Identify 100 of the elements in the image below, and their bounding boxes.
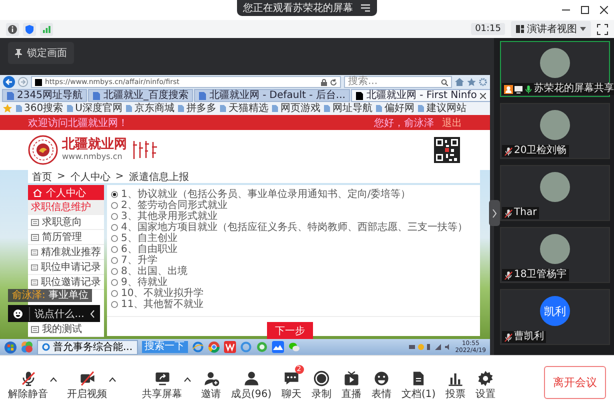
participant-tile[interactable]: 凯利 曹凯利 (500, 289, 610, 345)
toolbar-button[interactable]: 表情 (370, 365, 394, 400)
radio-option[interactable]: 2、签劳动合同形式就业 (111, 200, 476, 211)
page-icon (67, 105, 74, 112)
ring-icon[interactable] (192, 341, 204, 353)
radio-option[interactable]: 8、出国、出境 (111, 266, 476, 277)
person-icon (242, 370, 260, 387)
radio-option[interactable]: 11、其他暂不就业 (111, 299, 476, 310)
radio-option[interactable]: 9、待就业 (111, 277, 476, 288)
chevron-right-icon (492, 208, 497, 218)
favorite-link[interactable]: 建议网站 (418, 102, 466, 114)
view-button[interactable]: 演讲者视图 (511, 21, 591, 37)
browser-tab[interactable]: 2345网址导航 (2, 89, 88, 102)
toolbar-button[interactable]: 设置 (474, 365, 498, 400)
screen-share-icon (514, 84, 523, 94)
chat-input-field[interactable]: 说点什么... (8, 305, 100, 322)
collapse-handle[interactable] (489, 200, 500, 226)
radio-option[interactable]: 1、协议就业（包括公务员、事业单位录用通知书、定向/委培等） (111, 189, 476, 200)
colorful-blob-icon[interactable] (21, 341, 33, 353)
list-icon (31, 264, 38, 270)
tv-play-icon (343, 370, 360, 387)
favorite-link[interactable]: 偏好网 (376, 102, 414, 114)
radio-option[interactable]: 10、不就业拟升学 (111, 288, 476, 299)
caret-icon[interactable] (109, 377, 116, 382)
zigzag-icon[interactable] (224, 341, 236, 353)
start-orb-icon[interactable] (4, 340, 17, 354)
site-logo-title: 北疆就业网 (62, 138, 127, 152)
chevron-left-icon[interactable] (90, 310, 95, 318)
home-icon[interactable] (455, 78, 464, 86)
sidebar-item[interactable]: 精准就业推荐 (28, 245, 104, 260)
favorite-link[interactable]: 天猫精选 (220, 102, 268, 114)
lock-view-button[interactable]: 锁定画面 (8, 42, 74, 64)
breadcrumb-separator: > (57, 171, 66, 182)
toolbar-button[interactable]: 共享屏幕 (140, 365, 193, 400)
sidebar-item[interactable]: 求职信息维护 (28, 200, 104, 215)
sidebar-item[interactable]: 简历管理 (28, 230, 104, 245)
toolbar-button[interactable]: 文档(1) (400, 365, 438, 400)
ring-dot-icon[interactable] (256, 341, 268, 353)
favorite-link[interactable]: 拼多多 (178, 102, 216, 114)
browser-tab[interactable]: 北疆就业_百度搜索 (88, 89, 194, 102)
radio-option[interactable]: 7、升学 (111, 255, 476, 266)
mountains-icon[interactable] (272, 341, 284, 353)
favorite-link[interactable]: 京东商城 (126, 102, 174, 114)
smiley-icon[interactable] (13, 308, 23, 318)
sidebar-item[interactable]: 职位申请记录 (28, 260, 104, 275)
favorites-star-icon[interactable] (3, 104, 12, 113)
radio-option[interactable]: 3、其他录用形式就业 (111, 211, 476, 222)
back-arrow-icon[interactable] (3, 76, 15, 88)
avatar-photo (540, 172, 570, 202)
list-icon (31, 248, 38, 256)
toolbar-button[interactable]: 录制 (310, 365, 334, 400)
favorite-link[interactable]: 网页游戏 (272, 102, 320, 114)
tab-title: 北疆就业网 - Default - 后台... (209, 90, 346, 102)
browser-tab[interactable]: 北疆就业网 - Default - 后台... (194, 89, 350, 102)
participant-tile[interactable]: Thar (500, 165, 610, 221)
breadcrumb-link[interactable]: 首页 (32, 170, 52, 184)
participant-tile[interactable]: 18卫管杨宇 (500, 227, 610, 283)
maximize-icon[interactable] (581, 6, 589, 14)
toolbar-button[interactable]: 邀请 (199, 365, 223, 400)
radio-option[interactable]: 5、自主创业 (111, 233, 476, 244)
leave-meeting-button[interactable]: 离开会议 (544, 366, 606, 399)
toolbar-button[interactable]: 直播 (340, 365, 364, 400)
option-label: 3、其他录用形式就业 (121, 211, 218, 222)
favorite-link[interactable]: 360搜索 (16, 102, 64, 114)
star-icon[interactable] (467, 78, 476, 86)
tray-icons-drawing[interactable] (409, 343, 452, 351)
radio-option[interactable]: 6、自由职业 (111, 244, 476, 255)
page-icon (376, 105, 382, 112)
list-icon (31, 234, 39, 240)
fullscreen-icon[interactable] (597, 24, 608, 34)
signal-icon[interactable] (40, 22, 53, 36)
favorite-link[interactable]: 网址导航 (324, 102, 372, 114)
tricolor-circle-icon[interactable] (208, 341, 220, 353)
breadcrumb-link[interactable]: 派遣信息上报 (128, 170, 189, 184)
page-icon (324, 105, 330, 112)
breadcrumb-link[interactable]: 个人中心 (70, 170, 110, 184)
caret-icon[interactable] (50, 377, 57, 382)
refresh-icon[interactable] (330, 78, 337, 86)
toolbar-button[interactable]: 解除静音 (6, 365, 59, 400)
info-icon[interactable] (6, 22, 19, 36)
next-step-button[interactable]: 下一步 (267, 322, 313, 340)
toolbar-button[interactable]: 成员(96) (229, 365, 274, 400)
close-icon[interactable] (480, 92, 486, 98)
browser-tab[interactable]: 北疆就业网 - First Ninfo (351, 89, 490, 102)
list-icon[interactable] (361, 4, 371, 12)
favorite-link[interactable]: U深度官网 (67, 102, 122, 114)
participant-tile[interactable]: 20卫检刘畅 (500, 103, 610, 159)
caret-icon[interactable] (184, 377, 191, 382)
taskbar-window[interactable]: 普允事务综合能... (37, 340, 138, 354)
settings-icon (477, 370, 494, 387)
settings-icon[interactable] (479, 78, 487, 86)
toolbar-button[interactable]: 开启视频 (65, 365, 118, 400)
search-field[interactable]: 搜索... (344, 76, 452, 88)
toolbar-button[interactable]: 投票 (444, 365, 468, 400)
sidebar-item[interactable]: 求职意向 (28, 215, 104, 230)
shield-icon[interactable] (23, 22, 36, 36)
avatar-photo (540, 110, 570, 140)
close-icon[interactable] (600, 6, 608, 14)
sidebar-title: 个人中心 (46, 186, 86, 200)
option-label: 8、出国、出境 (121, 266, 188, 277)
